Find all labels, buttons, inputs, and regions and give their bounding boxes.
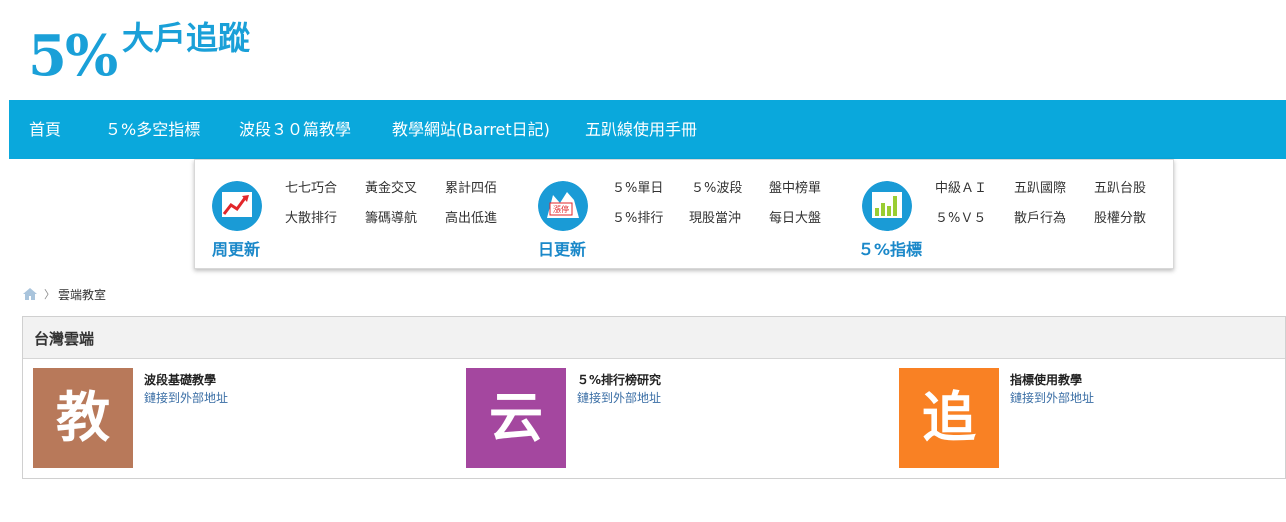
nav-item-indicator[interactable]: ５%多空指標 — [105, 100, 200, 159]
course-title[interactable]: 波段基礎教學 — [144, 371, 216, 388]
menu-link[interactable]: 高出低進 — [445, 207, 497, 226]
main-nav: 首頁 ５%多空指標 波段３０篇教學 教學網站(Barret日記) 五趴線使用手冊 — [9, 100, 1286, 159]
course-title[interactable]: ５%排行榜研究 — [577, 371, 661, 388]
course-tile[interactable]: 追 — [899, 368, 999, 468]
nav-item-teaching-site[interactable]: 教學網站(Barret日記) — [392, 100, 550, 159]
limit-up-badge: 漲停 — [553, 204, 569, 214]
menu-link[interactable]: 散戶行為 — [1014, 207, 1066, 226]
menu-link[interactable]: 籌碼導航 — [365, 207, 417, 226]
menu-link[interactable]: 每日大盤 — [769, 207, 821, 226]
course-tile[interactable]: 教 — [33, 368, 133, 468]
course-title[interactable]: 指標使用教學 — [1010, 371, 1082, 388]
menu-link[interactable]: 黃金交叉 — [365, 177, 417, 196]
menu-group-title-daily[interactable]: 日更新 — [538, 236, 586, 260]
menu-link[interactable]: 中級ＡＩ — [935, 177, 987, 196]
external-link[interactable]: 鏈接到外部地址 — [1010, 389, 1094, 406]
trend-chart-icon — [212, 181, 262, 231]
menu-link[interactable]: 五趴台股 — [1094, 177, 1146, 196]
breadcrumb-separator: 〉 — [44, 288, 55, 301]
home-icon[interactable] — [22, 287, 38, 301]
external-link[interactable]: 鏈接到外部地址 — [144, 389, 228, 406]
course-tile[interactable]: 云 — [466, 368, 566, 468]
panel-title: 台灣雲端 — [34, 330, 95, 348]
menu-group-title-indicators[interactable]: ５%指標 — [858, 236, 922, 260]
menu-link[interactable]: 盤中榜單 — [769, 177, 821, 196]
cloud-panel: 台灣雲端 教 波段基礎教學 鏈接到外部地址 云 ５%排行榜研究 鏈接到外部地址 … — [22, 316, 1286, 479]
nav-item-tutorial[interactable]: 波段３０篇教學 — [239, 100, 351, 159]
menu-group-title-weekly[interactable]: 周更新 — [212, 236, 260, 260]
external-link[interactable]: 鏈接到外部地址 — [577, 389, 661, 406]
nav-item-manual[interactable]: 五趴線使用手冊 — [585, 100, 697, 159]
menu-link[interactable]: 累計四佰 — [445, 177, 497, 196]
menu-link[interactable]: 現股當沖 — [689, 207, 741, 226]
menu-link[interactable]: ５%Ｖ５ — [935, 207, 986, 226]
menu-link[interactable]: 五趴國際 — [1014, 177, 1066, 196]
limit-up-icon: 漲停 — [538, 181, 588, 231]
breadcrumb-current: 雲端教室 — [58, 288, 107, 302]
menu-link[interactable]: ５%排行 — [612, 207, 663, 226]
logo-title: 大戶追蹤 — [122, 19, 251, 57]
menu-link[interactable]: 七七巧合 — [285, 177, 337, 196]
nav-item-home[interactable]: 首頁 — [29, 100, 61, 159]
logo-percent: 5% — [28, 23, 118, 89]
nav-dropdown-menu: 周更新 七七巧合 黃金交叉 累計四佰 大散排行 籌碼導航 高出低進 漲停 日更新… — [194, 159, 1174, 269]
site-logo[interactable]: 5% 大戶追蹤 — [22, 10, 282, 100]
menu-link[interactable]: ５%波段 — [691, 177, 742, 196]
bar-chart-icon — [862, 181, 912, 231]
menu-link[interactable]: 大散排行 — [285, 207, 337, 226]
menu-link[interactable]: 股權分散 — [1094, 207, 1146, 226]
panel-header: 台灣雲端 — [23, 317, 1285, 359]
menu-link[interactable]: ５%單日 — [612, 177, 663, 196]
